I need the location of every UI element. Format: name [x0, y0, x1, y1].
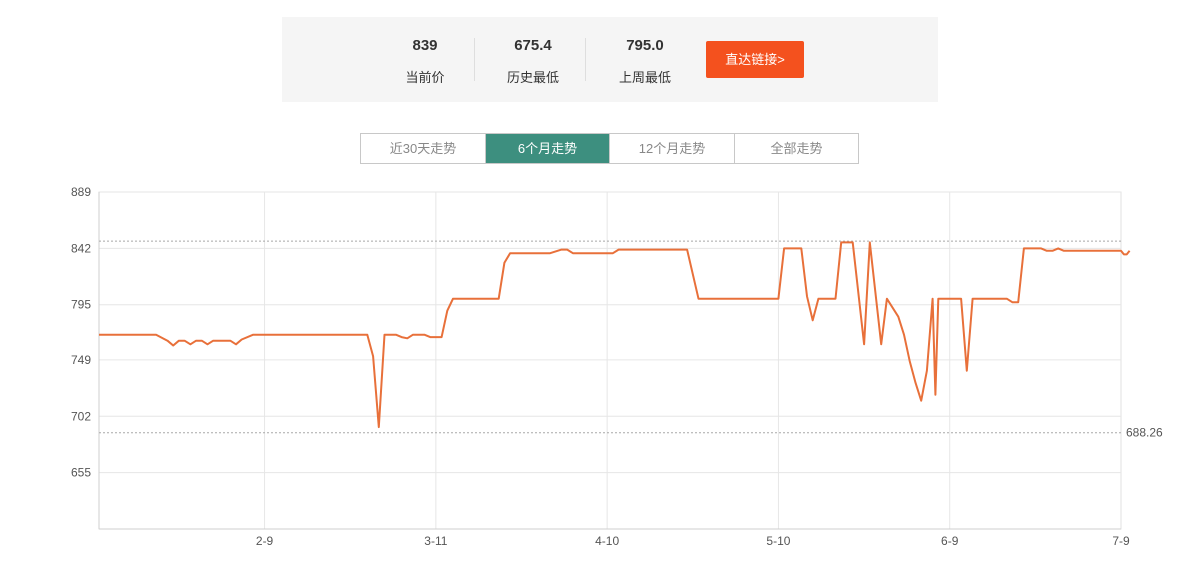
y-tick-label: 655	[71, 466, 91, 480]
historic-low-value: 675.4	[514, 37, 552, 54]
x-tick-label: 6-9	[941, 534, 959, 548]
tab-all[interactable]: 全部走势	[735, 134, 858, 163]
divider	[474, 38, 475, 81]
historic-low-label: 历史最低	[506, 70, 559, 85]
x-tick-label: 3-11	[424, 534, 447, 548]
historic-low: 675.4 历史最低	[490, 17, 576, 102]
x-tick-label: 4-10	[595, 534, 619, 548]
current-price: 839 当前价	[382, 17, 468, 102]
tab-6-months[interactable]: 6个月走势	[486, 134, 610, 163]
y-tick-label: 842	[71, 241, 91, 255]
price-series-line	[99, 241, 1131, 429]
price-summary-panel: 839 当前价 675.4 历史最低 795.0 上周最低 直达链接>	[282, 17, 938, 102]
trend-range-tabs: 近30天走势 6个月走势 12个月走势 全部走势	[360, 133, 859, 164]
y-tick-label: 749	[71, 353, 91, 367]
price-trend-chart: 889 842 795 749 702 655 2-9 3-11 4-10 5-10 6-9 7-9 6…	[71, 185, 1163, 548]
last-week-low-value: 795.0	[626, 37, 664, 54]
divider	[585, 38, 586, 81]
x-tick-label: 2-9	[256, 534, 274, 548]
last-week-low: 795.0 上周最低	[602, 17, 688, 102]
last-week-low-label: 上周最低	[618, 70, 671, 85]
x-tick-label: 7-9	[1112, 534, 1130, 548]
reference-line-label: 688.26	[1126, 426, 1163, 440]
current-price-label: 当前价	[405, 70, 445, 85]
y-tick-label: 889	[71, 185, 91, 199]
y-tick-label: 795	[71, 298, 91, 312]
y-tick-label: 702	[71, 409, 91, 423]
direct-link-button[interactable]: 直达链接>	[706, 41, 804, 78]
x-tick-label: 5-10	[766, 534, 790, 548]
tab-12-months[interactable]: 12个月走势	[610, 134, 735, 163]
tab-30-days[interactable]: 近30天走势	[361, 134, 486, 163]
current-price-value: 839	[412, 37, 438, 54]
